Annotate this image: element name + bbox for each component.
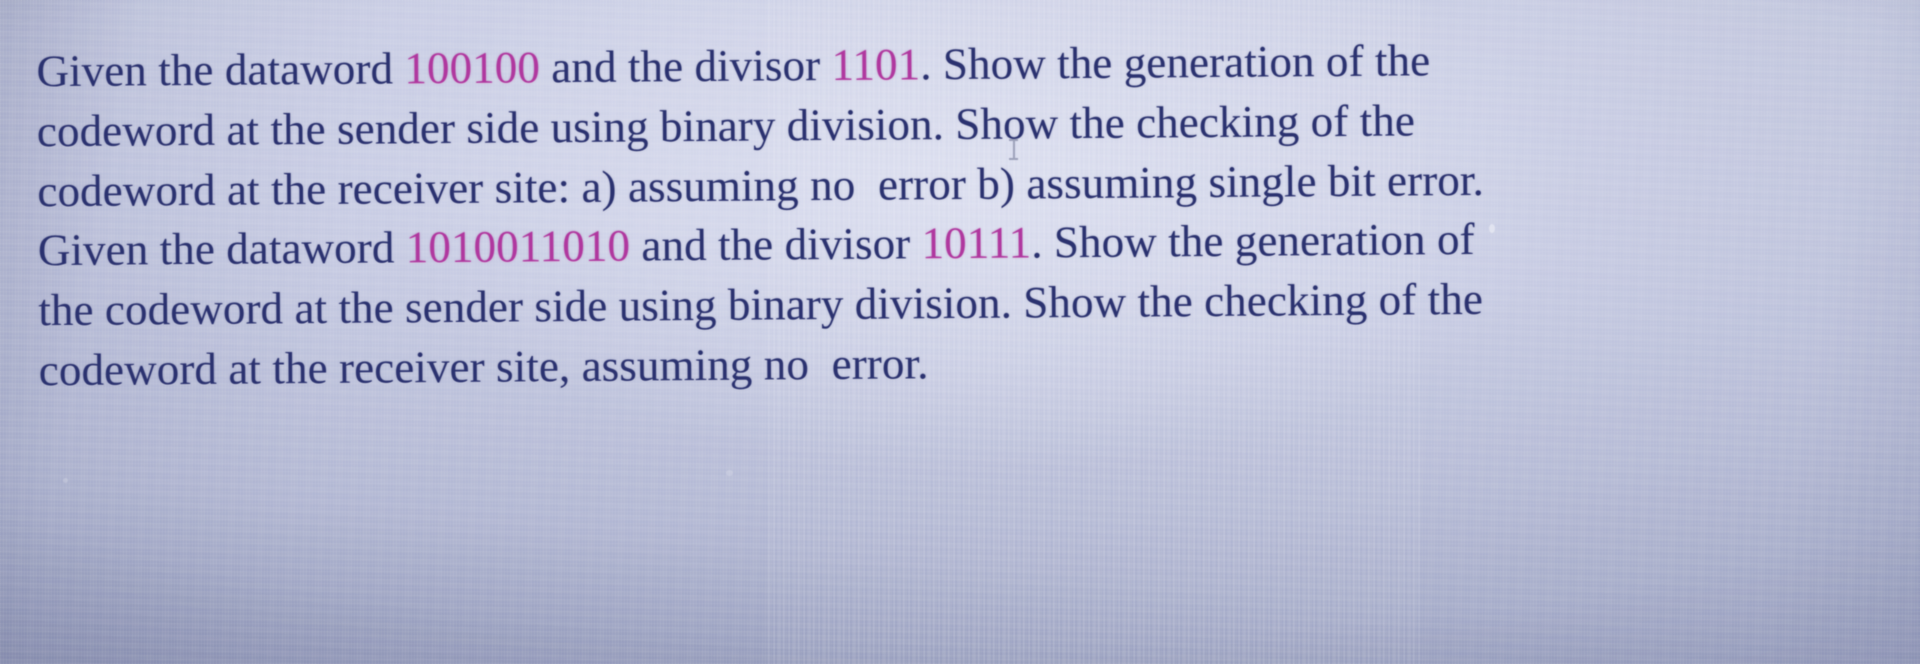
line-text-segment: Given the dataword bbox=[36, 43, 405, 97]
divisor-value: 1101 bbox=[831, 39, 921, 91]
screenshot-root: Given the dataword 100100 and the diviso… bbox=[0, 0, 1920, 664]
line-text-segment: and the divisor bbox=[539, 40, 832, 93]
line-text-segment: Given the dataword bbox=[37, 222, 406, 276]
divisor-value: 10111 bbox=[921, 217, 1032, 269]
question-paragraph-1[interactable]: Given the dataword 100100 and the diviso… bbox=[36, 27, 1905, 222]
dataword-value: 1010011010 bbox=[405, 220, 631, 273]
line-text-segment: codeword at the receiver site, assuming … bbox=[38, 338, 929, 396]
question-paragraph-2[interactable]: Given the dataword 1010011010 and the di… bbox=[38, 206, 1907, 401]
line-text-segment: . Show the generation of the bbox=[920, 35, 1431, 90]
line-text-segment: . Show the generation of bbox=[1031, 213, 1475, 268]
line-text-segment: and the divisor bbox=[629, 218, 922, 271]
line-text-segment: the codeword at the sender side using bi… bbox=[38, 273, 1484, 336]
text-content-layer: Given the dataword 100100 and the diviso… bbox=[0, 0, 1920, 664]
line-text-segment: codeword at the receiver site: a) assumi… bbox=[37, 154, 1485, 217]
dataword-value: 100100 bbox=[404, 42, 541, 94]
line-text-segment: codeword at the sender side using binary… bbox=[36, 95, 1416, 157]
